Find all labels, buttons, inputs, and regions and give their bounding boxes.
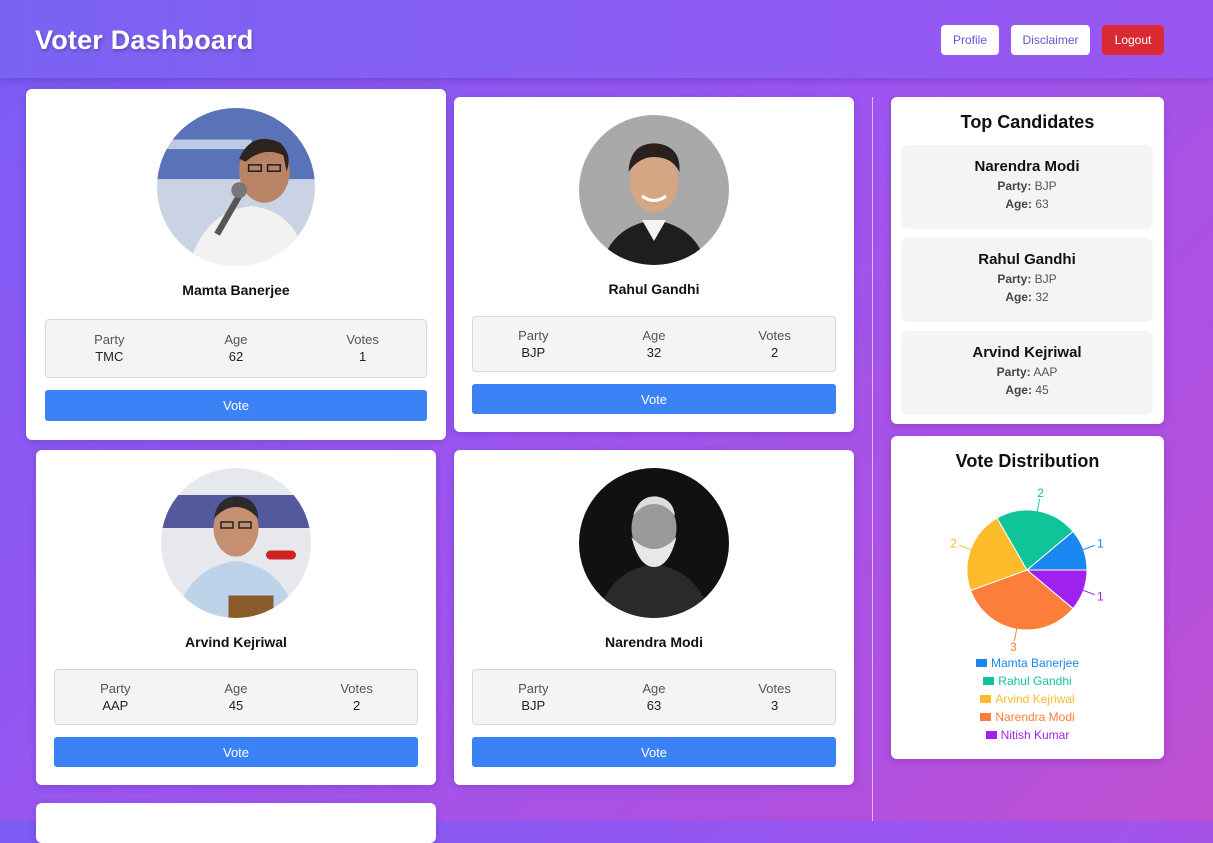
top-candidate-name: Arvind Kejriwal (972, 344, 1082, 361)
legend-item[interactable]: Arvind Kejriwal (891, 690, 1164, 708)
legend-item[interactable]: Nitish Kumar (891, 726, 1164, 744)
votes-value: 2 (353, 698, 361, 713)
votes-label: Votes (758, 681, 791, 696)
legend-label: Narendra Modi (995, 710, 1075, 724)
pie-data-label: 2 (950, 536, 957, 550)
profile-button[interactable]: Profile (941, 25, 999, 55)
app-header: Voter Dashboard Profile Disclaimer Logou… (0, 0, 1213, 78)
pie-data-label: 3 (1010, 640, 1017, 654)
party-label: Party: (996, 365, 1031, 379)
votes-label: Votes (758, 328, 791, 343)
candidate-card: Arvind Kejriwal Party AAP Age 45 Votes 2 Vo… (36, 450, 436, 785)
column-divider (872, 97, 873, 821)
legend-swatch (980, 713, 992, 721)
legend-label: Mamta Banerjee (990, 656, 1080, 670)
candidate-name: Narendra Modi (604, 634, 703, 650)
legend-swatch (975, 659, 987, 667)
party-label: Party: (997, 272, 1032, 286)
age-value: 45 (1035, 383, 1049, 397)
top-candidate-item: Arvind Kejriwal Party: AAP Age: 45 (902, 331, 1152, 413)
party-value: AAP (102, 698, 129, 713)
vote-button[interactable]: Vote (472, 737, 836, 767)
candidate-card: Mamta Banerjee Party TMC Age 62 Votes 1 Vot… (26, 89, 446, 440)
age-label: Age (642, 328, 666, 343)
legend-item[interactable]: Rahul Gandhi (891, 672, 1164, 690)
vote-distribution-panel: Vote Distribution 1 1 3 2 2 Mamta Banerjee Ra… (891, 436, 1164, 759)
votes-value: 2 (771, 345, 779, 360)
party-value: AAP (1033, 365, 1058, 379)
candidate-photo (161, 468, 311, 618)
votes-label: Votes (346, 332, 379, 347)
age-value: 32 (1035, 290, 1049, 304)
votes-value: 1 (359, 349, 367, 364)
party-value: BJP (1034, 272, 1057, 286)
candidate-photo (157, 108, 315, 266)
candidate-card: Rahul Gandhi Party BJP Age 32 Votes 2 Vote (454, 97, 854, 432)
top-candidates-title: Top Candidates (960, 112, 1095, 132)
candidate-stats: Party AAP Age 45 Votes 2 (54, 669, 418, 725)
age-label: Age: (1005, 383, 1032, 397)
legend-label: Rahul Gandhi (998, 674, 1072, 688)
candidate-name: Mamta Banerjee (182, 282, 290, 298)
candidate-name: Rahul Gandhi (608, 281, 700, 297)
pie-data-label: 2 (1037, 486, 1044, 500)
age-label: Age (642, 681, 666, 696)
pie-label-line (1081, 544, 1095, 551)
vote-button[interactable]: Vote (472, 384, 836, 414)
votes-value: 3 (771, 698, 779, 713)
age-value: 45 (228, 698, 244, 713)
vote-button[interactable]: Vote (54, 737, 418, 767)
candidate-card (36, 803, 436, 843)
top-candidate-item: Rahul Gandhi Party: BJP Age: 32 (902, 238, 1152, 320)
age-value: 63 (646, 698, 662, 713)
vote-button[interactable]: Vote (45, 390, 427, 421)
age-value: 63 (1035, 197, 1049, 211)
candidate-name: Arvind Kejriwal (185, 634, 287, 650)
logout-button[interactable]: Logout (1102, 25, 1164, 55)
pie-data-label: 1 (1097, 536, 1104, 550)
party-value: BJP (521, 345, 546, 360)
party-value: BJP (521, 698, 546, 713)
chart-legend: Mamta Banerjee Rahul Gandhi Arvind Kejriwa… (891, 654, 1164, 744)
top-candidate-name: Narendra Modi (974, 158, 1080, 175)
party-label: Party (518, 681, 549, 696)
disclaimer-button[interactable]: Disclaimer (1011, 25, 1090, 55)
top-candidates-panel: Top Candidates Narendra Modi Party: BJP … (891, 97, 1164, 424)
age-label: Age: (1005, 290, 1032, 304)
legend-swatch (985, 731, 997, 739)
age-label: Age (224, 681, 248, 696)
party-value: BJP (1034, 179, 1057, 193)
legend-item[interactable]: Mamta Banerjee (891, 654, 1164, 672)
legend-swatch (983, 677, 995, 685)
top-candidate-name: Rahul Gandhi (978, 251, 1076, 268)
page-title: Voter Dashboard (35, 25, 254, 55)
top-candidate-item: Narendra Modi Party: BJP Age: 63 (902, 145, 1152, 227)
pie-label-line (959, 544, 973, 551)
candidate-stats: Party TMC Age 62 Votes 1 (45, 319, 427, 378)
legend-label: Nitish Kumar (1000, 728, 1070, 742)
age-label: Age (224, 332, 248, 347)
party-value: TMC (95, 349, 124, 364)
pie-chart: 1 1 3 2 2 (950, 486, 1104, 654)
party-label: Party (100, 681, 131, 696)
party-label: Party (518, 328, 549, 343)
candidate-stats: Party BJP Age 32 Votes 2 (472, 316, 836, 372)
party-label: Party: (997, 179, 1032, 193)
pie-label-line (1081, 589, 1095, 596)
pie-data-label: 1 (1097, 590, 1104, 604)
legend-item[interactable]: Narendra Modi (891, 708, 1164, 726)
vote-distribution-title: Vote Distribution (955, 451, 1100, 471)
votes-label: Votes (340, 681, 373, 696)
candidate-photo (579, 115, 729, 265)
age-label: Age: (1005, 197, 1032, 211)
legend-swatch (980, 695, 992, 703)
party-label: Party (94, 332, 125, 347)
candidate-stats: Party BJP Age 63 Votes 3 (472, 669, 836, 725)
age-value: 32 (646, 345, 662, 360)
legend-label: Arvind Kejriwal (995, 692, 1075, 706)
candidate-card: Narendra Modi Party BJP Age 63 Votes 3 Vote (454, 450, 854, 785)
candidate-photo (579, 468, 729, 618)
age-value: 62 (228, 349, 244, 364)
